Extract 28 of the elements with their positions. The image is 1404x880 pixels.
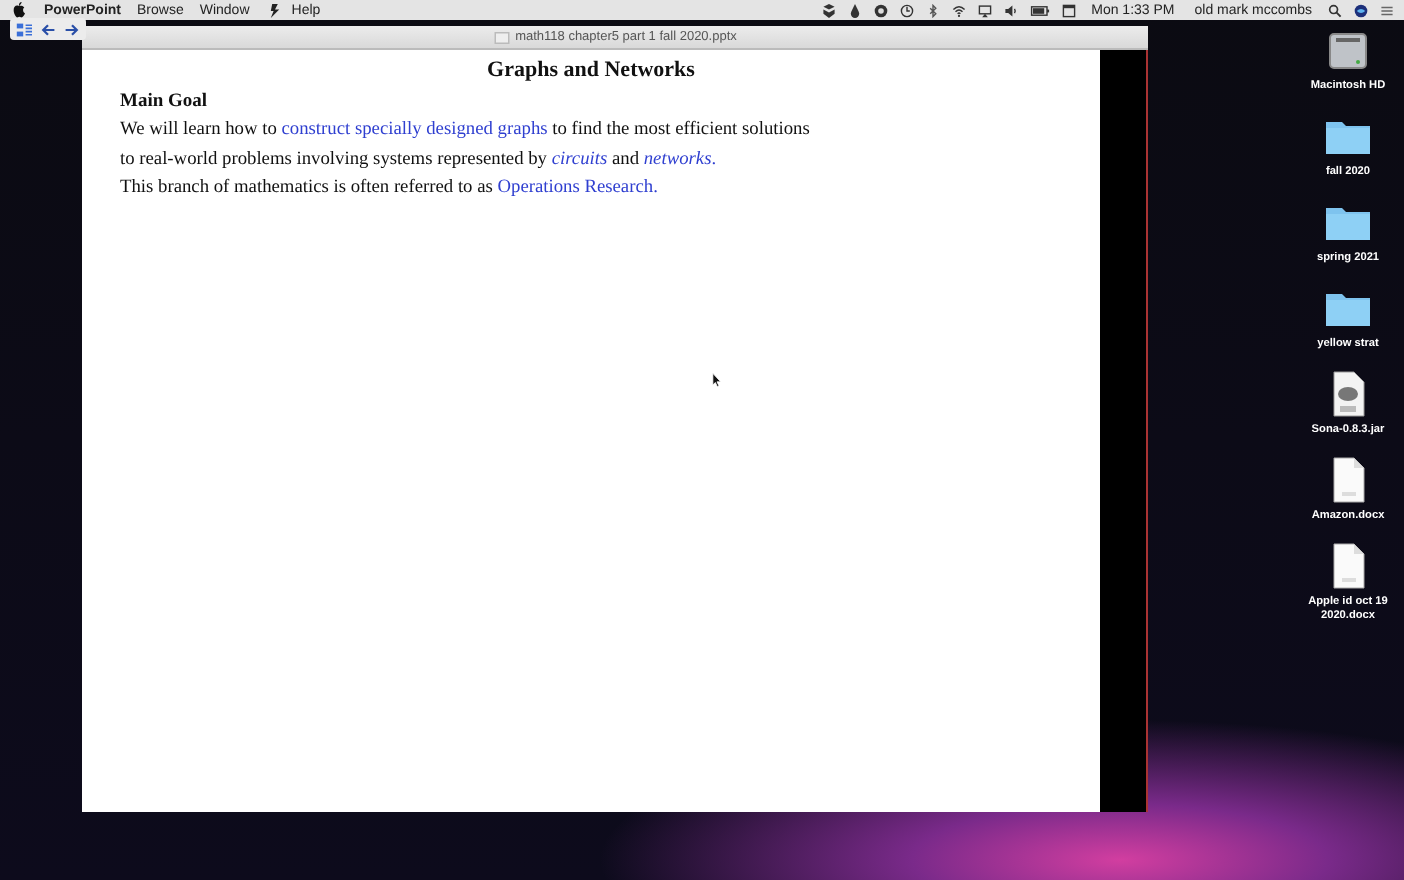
search-icon[interactable] <box>1328 3 1342 17</box>
script-icon[interactable] <box>267 3 282 17</box>
mouse-pointer-icon <box>712 372 722 388</box>
forward-arrow-icon[interactable] <box>64 21 80 37</box>
link[interactable]: . <box>711 149 717 169</box>
siri-icon[interactable] <box>1354 3 1368 17</box>
bluetooth-icon[interactable] <box>925 3 940 17</box>
speaker-icon[interactable] <box>1003 3 1018 17</box>
document-icon <box>493 31 510 43</box>
slide-heading: Main Goal <box>120 90 210 116</box>
menu-icon[interactable] <box>1380 3 1394 17</box>
apple-logo-icon[interactable] <box>12 2 26 18</box>
display-icon[interactable] <box>977 3 992 17</box>
link[interactable]: construct specially designed graphs <box>281 120 548 140</box>
calendar-icon[interactable] <box>1061 3 1076 17</box>
clock-icon[interactable] <box>899 3 914 17</box>
battery-icon[interactable] <box>1029 3 1050 17</box>
link[interactable]: Operations Research. <box>497 178 658 198</box>
wifi-icon[interactable] <box>951 3 966 17</box>
body-text: to real-world problems involving systems represented by circuits and networks. <box>120 147 719 173</box>
drop-icon[interactable] <box>847 3 862 17</box>
body-text: We will learn how to construct specially designed graphs to find the most efficient solutions <box>120 118 812 144</box>
sidebar-icon[interactable] <box>16 21 32 37</box>
slide-title: Graphs and Networks <box>485 58 697 82</box>
box-icon[interactable] <box>821 3 836 17</box>
back-arrow-icon[interactable] <box>40 21 56 37</box>
body-text: This branch of mathematics is often referred to as Operations Research. <box>120 176 660 202</box>
circle-icon[interactable] <box>873 3 888 17</box>
